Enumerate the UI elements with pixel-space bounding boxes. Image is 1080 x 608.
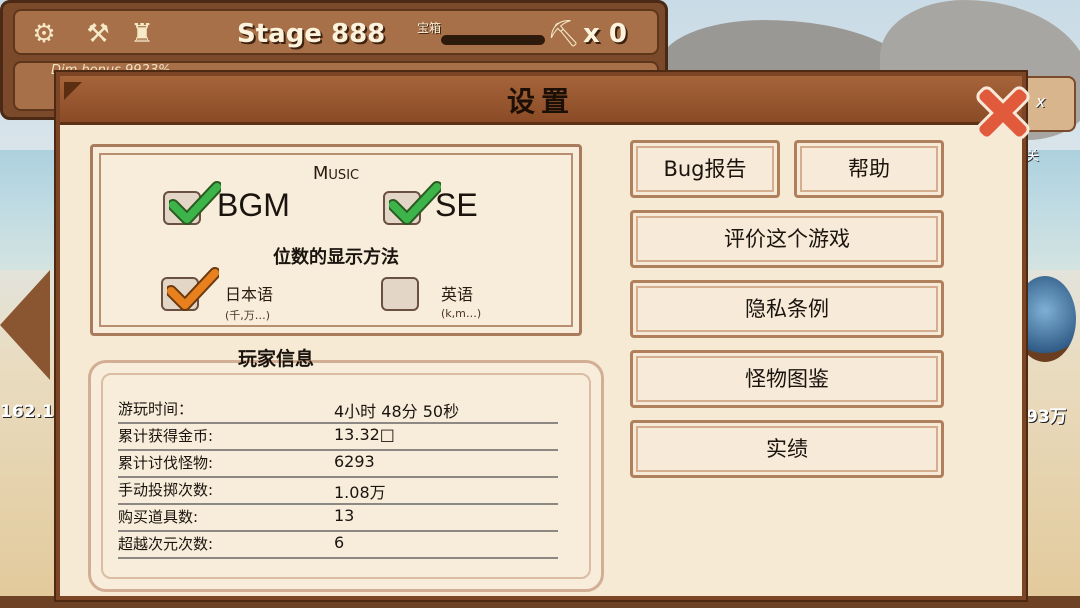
settings-panel: Music BGM SE 位数的显示方法 日本语 (千,万…) 英语 (k,m…… — [90, 144, 582, 336]
hud-stage-row: ⚙ ⚒ ♜ Stage 888 宝箱 ⛏ x 0 — [13, 9, 659, 55]
info-value: 13.32□ — [334, 425, 395, 444]
english-label: 英语 — [441, 285, 474, 304]
english-sub: (k,m…) — [441, 307, 482, 320]
stage-label: Stage 888 — [237, 19, 386, 49]
close-x-icon[interactable] — [968, 78, 1038, 148]
chest-label: 宝箱 — [417, 21, 442, 35]
bgm-checkbox[interactable] — [163, 181, 221, 225]
orange-check-icon — [167, 267, 219, 311]
info-key: 购买道具数: — [118, 508, 199, 526]
info-row-dimension: 超越次元次数: 6 — [118, 531, 558, 559]
right-value: 93万 — [1026, 407, 1067, 427]
left-value: 162.1 — [0, 402, 54, 422]
monster-book-button[interactable]: 怪物图鉴 — [630, 350, 944, 408]
music-title: Music — [312, 163, 360, 184]
achievements-button[interactable]: 实绩 — [630, 420, 944, 478]
bug-report-button[interactable]: Bug报告 — [630, 140, 780, 198]
info-value: 1.08万 — [334, 483, 386, 502]
dialog-header: 设置 — [60, 76, 1022, 125]
pickaxe-icon: ⛏ — [547, 19, 581, 49]
green-check-icon — [169, 181, 221, 225]
info-key: 超越次元次数: — [118, 535, 214, 553]
info-key: 手动投掷次数: — [118, 481, 214, 499]
japanese-checkbox[interactable] — [161, 267, 219, 311]
chest-progress-bar — [441, 35, 545, 45]
privacy-policy-button[interactable]: 隐私条例 — [630, 280, 944, 338]
se-checkbox[interactable] — [383, 181, 441, 225]
green-check-icon — [389, 181, 441, 225]
info-key: 累计获得金币: — [118, 427, 214, 445]
info-value: 4小时 48分 50秒 — [334, 402, 460, 421]
english-checkbox[interactable] — [381, 277, 419, 311]
info-row-playtime: 游玩时间： 4小时 48分 50秒 — [118, 396, 558, 424]
hammer-icon[interactable]: ⚒ — [83, 19, 113, 49]
info-key: 游玩时间： — [118, 400, 194, 418]
info-row-items: 购买道具数: 13 — [118, 504, 558, 532]
gear-icon[interactable]: ⚙ — [29, 19, 59, 49]
japanese-label: 日本语 — [225, 285, 274, 304]
japanese-sub: (千,万…) — [225, 309, 271, 322]
info-value: 13 — [334, 506, 355, 525]
info-row-throws: 手动投掷次数: 1.08万 — [118, 477, 558, 505]
info-key: 累计讨伐怪物: — [118, 454, 214, 472]
info-row-monsters: 累计讨伐怪物: 6293 — [118, 450, 558, 478]
info-row-coins: 累计获得金币: 13.32□ — [118, 423, 558, 451]
pickaxe-count: x 0 — [583, 19, 627, 49]
info-value: 6293 — [334, 452, 375, 471]
bgm-label: BGM — [217, 187, 290, 223]
dialog-title: 设置 — [506, 85, 575, 118]
help-button[interactable]: 帮助 — [794, 140, 944, 198]
info-value: 6 — [334, 533, 345, 552]
se-label: SE — [435, 187, 478, 223]
player-info-title: 玩家信息 — [238, 348, 315, 370]
digit-display-title: 位数的显示方法 — [273, 247, 399, 268]
left-arrow-button[interactable] — [0, 270, 50, 380]
rate-game-button[interactable]: 评价这个游戏 — [630, 210, 944, 268]
character-icon[interactable]: ♜ — [127, 19, 157, 49]
